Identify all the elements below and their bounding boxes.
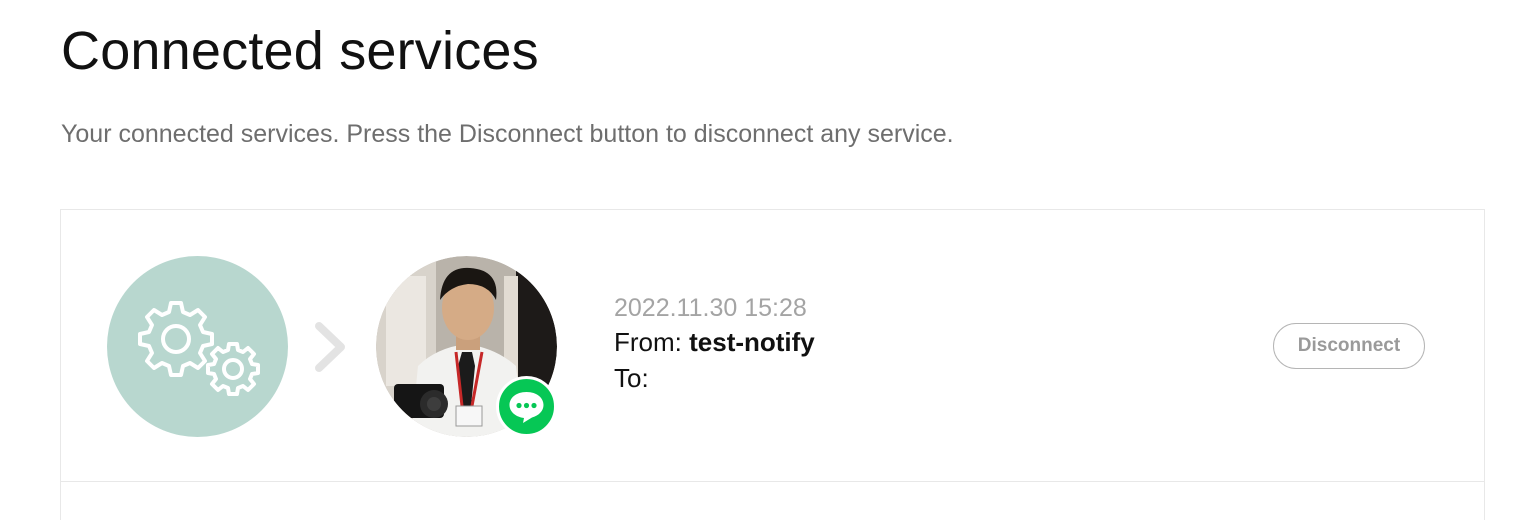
service-date: 2022.11.30 15:28 bbox=[614, 294, 807, 322]
disconnect-button[interactable]: Disconnect bbox=[1273, 323, 1425, 369]
service-row: 2022.11.30 15:28 From: test-notify To: D… bbox=[61, 210, 1484, 482]
page-title: Connected services bbox=[61, 21, 539, 81]
service-from: From: test-notify bbox=[614, 324, 815, 360]
service-from-label: From: bbox=[614, 327, 690, 357]
chevron-right-icon bbox=[311, 320, 351, 374]
service-meta: 2022.11.30 15:28 From: test-notify To: bbox=[614, 292, 815, 396]
service-from-name: test-notify bbox=[689, 327, 815, 357]
connected-services-page: Connected services Your connected servic… bbox=[0, 0, 1539, 520]
chat-bubble-icon bbox=[496, 376, 557, 437]
service-to: To: bbox=[614, 363, 649, 393]
service-list: 2022.11.30 15:28 From: test-notify To: D… bbox=[60, 209, 1485, 520]
page-description: Your connected services. Press the Disco… bbox=[61, 120, 954, 148]
avatar-wrap bbox=[376, 256, 557, 437]
gears-icon bbox=[107, 256, 288, 437]
